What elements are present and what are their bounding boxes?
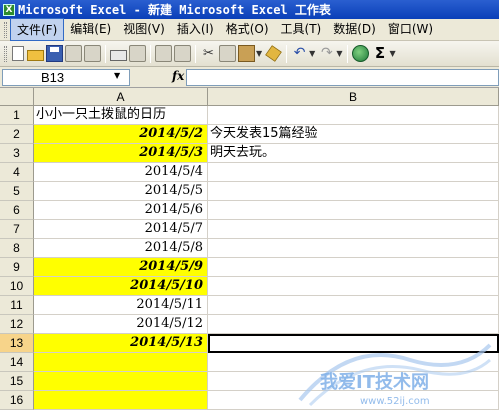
print-icon[interactable]: [110, 49, 127, 61]
window-title: Microsoft Excel - 新建 Microsoft Excel 工作表: [18, 3, 331, 17]
cell-a13[interactable]: 2014/5/13: [34, 334, 208, 353]
cell-a5[interactable]: 2014/5/5: [34, 182, 208, 201]
paste-icon[interactable]: [238, 45, 255, 62]
paste-dropdown-arrow[interactable]: ▼: [256, 49, 262, 58]
row-header[interactable]: 7: [0, 220, 34, 239]
cell-a12[interactable]: 2014/5/12: [34, 315, 208, 334]
row-header[interactable]: 1: [0, 106, 34, 125]
cut-icon[interactable]: ✂: [200, 45, 217, 62]
menu-item[interactable]: 插入(I): [171, 18, 220, 41]
autosum-dropdown-arrow[interactable]: ▼: [389, 49, 395, 58]
cell-b3[interactable]: 明天去玩。: [208, 144, 499, 163]
name-box[interactable]: B13: [2, 69, 130, 86]
cell-a8[interactable]: 2014/5/8: [34, 239, 208, 258]
hyperlink-icon[interactable]: [352, 45, 370, 62]
copy-icon[interactable]: [219, 45, 236, 62]
column-header-b[interactable]: B: [208, 88, 499, 106]
row-header[interactable]: 10: [0, 277, 34, 296]
cell-a2[interactable]: 2014/5/2: [34, 125, 208, 144]
research-icon[interactable]: [174, 45, 191, 62]
excel-app-icon[interactable]: X: [3, 3, 15, 16]
name-box-dropdown-arrow[interactable]: ▼: [114, 71, 120, 80]
cell-b14[interactable]: [208, 353, 499, 372]
cell-a1[interactable]: 小小一只土拨鼠的日历: [34, 106, 208, 125]
spelling-icon[interactable]: [155, 45, 172, 62]
cell-b2[interactable]: 今天发表15篇经验: [208, 125, 499, 144]
toolbar-grip-handle[interactable]: [4, 45, 7, 62]
toolbar-separator: [195, 44, 196, 63]
new-icon[interactable]: [12, 46, 24, 61]
cell-a6[interactable]: 2014/5/6: [34, 201, 208, 220]
cell-b4[interactable]: [208, 163, 499, 182]
row-header[interactable]: 5: [0, 182, 34, 201]
cell-a14[interactable]: [34, 353, 208, 372]
row-header[interactable]: 8: [0, 239, 34, 258]
cell-b9[interactable]: [208, 258, 499, 277]
select-all-corner[interactable]: [0, 88, 34, 106]
standard-toolbar: ✂ ▼ ↶ ▼ ↷ ▼ Σ ▼: [0, 41, 499, 67]
menu-item[interactable]: 编辑(E): [64, 18, 117, 41]
cell-a10[interactable]: 2014/5/10: [34, 277, 208, 296]
insert-function-icon[interactable]: fx: [172, 69, 184, 83]
menu-item[interactable]: 数据(D): [327, 18, 382, 41]
permission-icon[interactable]: [65, 45, 82, 62]
worksheet-grid: A B 1 小小一只土拨鼠的日历 2 2014/5/2 今天发表15篇经验 3 2014/5/3…: [0, 88, 499, 412]
toolbar-separator: [347, 44, 349, 63]
cell-b12[interactable]: [208, 315, 499, 334]
toolbar-separator: [150, 44, 151, 63]
row-header[interactable]: 2: [0, 125, 34, 144]
menu-item[interactable]: 工具(T): [275, 18, 328, 41]
save-icon[interactable]: [46, 45, 63, 62]
redo-dropdown-arrow[interactable]: ▼: [336, 49, 342, 58]
redo-icon[interactable]: ↷: [318, 45, 335, 62]
row-header[interactable]: 9: [0, 258, 34, 277]
cell-a4[interactable]: 2014/5/4: [34, 163, 208, 182]
title-bar: X Microsoft Excel - 新建 Microsoft Excel 工…: [0, 0, 499, 19]
formula-bar: B13 ▼ fx: [0, 67, 499, 88]
row-header[interactable]: 6: [0, 201, 34, 220]
cell-b16[interactable]: [208, 391, 499, 410]
undo-dropdown-arrow[interactable]: ▼: [309, 49, 315, 58]
cell-b6[interactable]: [208, 201, 499, 220]
menu-item[interactable]: 格式(O): [220, 18, 275, 41]
cell-b5[interactable]: [208, 182, 499, 201]
cell-a7[interactable]: 2014/5/7: [34, 220, 208, 239]
print-preview-icon[interactable]: [129, 45, 146, 62]
cell-a15[interactable]: [34, 372, 208, 391]
cell-b10[interactable]: [208, 277, 499, 296]
cell-a3[interactable]: 2014/5/3: [34, 144, 208, 163]
row-header[interactable]: 3: [0, 144, 34, 163]
toolbar-separator: [105, 44, 106, 63]
cell-a11[interactable]: 2014/5/11: [34, 296, 208, 315]
menu-item[interactable]: 视图(V): [117, 18, 171, 41]
row-header[interactable]: 4: [0, 163, 34, 182]
menu-grip-handle[interactable]: [4, 21, 7, 38]
row-header[interactable]: 12: [0, 315, 34, 334]
menu-item[interactable]: 窗口(W): [382, 18, 439, 41]
cell-b1[interactable]: [208, 106, 499, 125]
format-painter-icon[interactable]: [265, 45, 282, 62]
menu-bar: 文件(F) 编辑(E) 视图(V) 插入(I) 格式(O) 工具(T) 数据(D) 窗口(W): [0, 18, 499, 41]
column-header-a[interactable]: A: [34, 88, 208, 106]
cell-b8[interactable]: [208, 239, 499, 258]
row-header[interactable]: 14: [0, 353, 34, 372]
autosum-icon[interactable]: Σ: [371, 45, 388, 62]
formula-input[interactable]: [186, 69, 499, 86]
row-header[interactable]: 16: [0, 391, 34, 410]
cell-b15[interactable]: [208, 372, 499, 391]
active-cell-b13[interactable]: [208, 334, 499, 353]
toolbar-separator: [286, 44, 288, 63]
cell-a9[interactable]: 2014/5/9: [34, 258, 208, 277]
row-header[interactable]: 15: [0, 372, 34, 391]
cell-b7[interactable]: [208, 220, 499, 239]
row-header[interactable]: 13: [0, 334, 34, 353]
cell-b11[interactable]: [208, 296, 499, 315]
menu-item[interactable]: 文件(F): [10, 18, 65, 41]
email-icon[interactable]: [84, 45, 101, 62]
row-header[interactable]: 11: [0, 296, 34, 315]
undo-icon[interactable]: ↶: [291, 45, 308, 62]
open-icon[interactable]: [27, 50, 44, 61]
cell-a16[interactable]: [34, 391, 208, 410]
